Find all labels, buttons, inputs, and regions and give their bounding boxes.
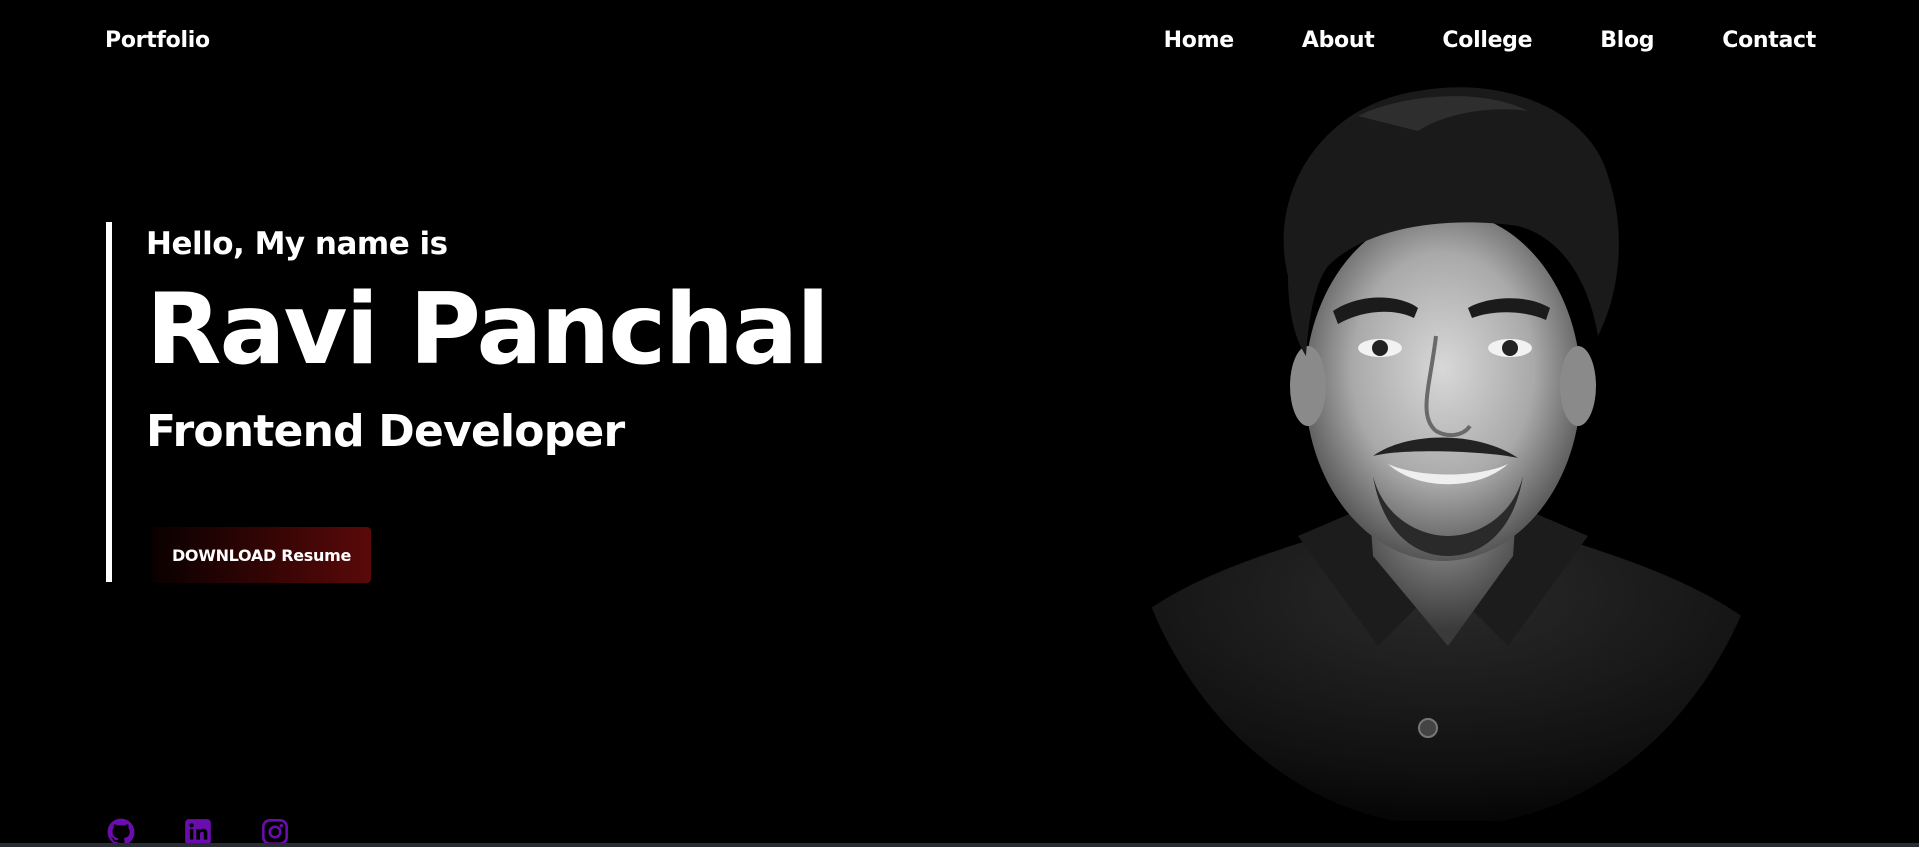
nav-link-contact[interactable]: Contact (1722, 28, 1816, 53)
bottom-border (0, 843, 1919, 847)
nav-link-college[interactable]: College (1442, 28, 1532, 53)
hero-name: Ravi Panchal (146, 273, 830, 387)
download-resume-button[interactable]: DOWNLOAD Resume (152, 527, 371, 583)
hero-greeting: Hello, My name is (146, 226, 448, 262)
linkedin-icon[interactable] (184, 818, 212, 846)
nav-link-about[interactable]: About (1302, 28, 1375, 53)
nav-link-blog[interactable]: Blog (1600, 28, 1654, 53)
hero-role: Frontend Developer (146, 406, 625, 457)
social-links (107, 818, 289, 846)
hero-section: Hello, My name is Ravi Panchal Frontend … (106, 222, 906, 583)
instagram-icon[interactable] (261, 818, 289, 846)
page: Portfolio Home About College Blog Contac… (0, 0, 1919, 847)
main-nav: Home About College Blog Contact (1164, 28, 1817, 53)
nav-link-home[interactable]: Home (1164, 28, 1234, 53)
profile-photo (1118, 87, 1758, 821)
brand-logo[interactable]: Portfolio (105, 28, 210, 53)
github-icon[interactable] (107, 818, 135, 846)
